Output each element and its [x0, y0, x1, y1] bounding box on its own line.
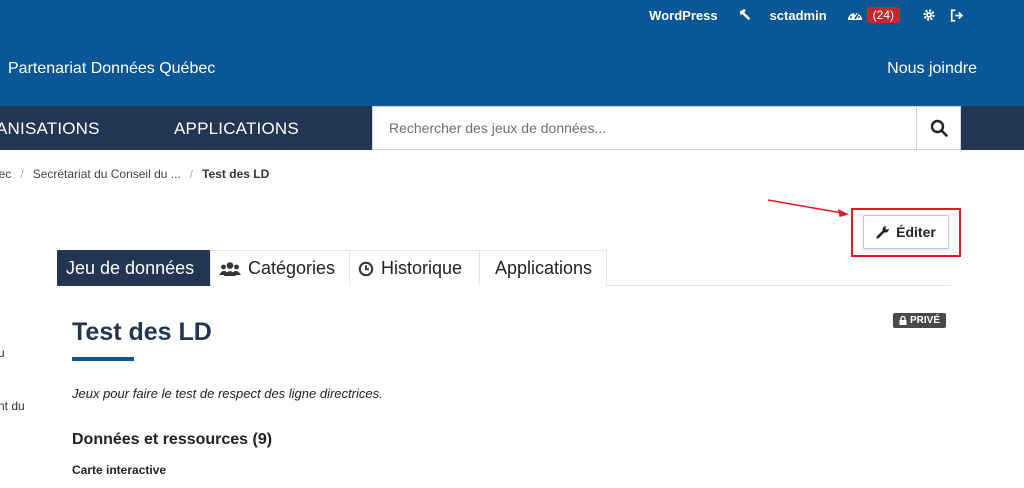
site-header: WordPress sctadmin (24) Partenariat Donn…	[0, 0, 1024, 106]
breadcrumb-item-secretariat[interactable]: Secrétariat du Conseil du ...	[33, 167, 181, 181]
dataset-tabs: Jeu de données Catégories Historique App…	[57, 250, 607, 286]
page-title: Test des LD	[72, 318, 212, 346]
breadcrumb-item-organisation[interactable]: bec	[0, 167, 11, 181]
admin-hammer-icon[interactable]	[738, 8, 752, 22]
sidebar-fragment: nt du	[0, 399, 25, 413]
gear-icon[interactable]	[922, 8, 936, 22]
dataset-description: Jeux pour faire le test de respect des l…	[72, 386, 383, 401]
tab-applications[interactable]: Applications	[479, 250, 607, 286]
sidebar-fragment: u	[0, 346, 5, 360]
edit-button-label: Éditer	[896, 224, 936, 240]
tab-history[interactable]: Historique	[349, 250, 480, 286]
breadcrumb-separator: /	[189, 167, 194, 181]
search-bar	[372, 106, 961, 150]
wordpress-link[interactable]: WordPress	[649, 8, 717, 23]
clock-icon	[358, 261, 374, 276]
tab-label: Historique	[381, 258, 463, 278]
title-underline	[72, 357, 134, 361]
search-input[interactable]	[373, 107, 916, 149]
site-title[interactable]: Partenariat Données Québec	[8, 60, 215, 78]
tab-label: Catégories	[248, 258, 336, 278]
search-button[interactable]	[916, 107, 960, 149]
nav-applications[interactable]: APPLICATIONS	[174, 106, 299, 150]
resource-item[interactable]: Carte interactive	[72, 463, 166, 477]
main-nav: ANISATIONS APPLICATIONS	[0, 106, 1024, 150]
wrench-icon	[876, 226, 889, 239]
dashboard-icon[interactable]	[847, 8, 863, 22]
tab-categories[interactable]: Catégories	[210, 250, 350, 286]
private-badge: PRIVÉ	[893, 313, 947, 328]
tab-label: Jeu de données	[66, 258, 195, 278]
contact-link[interactable]: Nous joindre	[887, 60, 977, 78]
notifications-badge[interactable]: (24)	[866, 7, 900, 23]
search-icon	[930, 119, 948, 137]
breadcrumb: bec / Secrétariat du Conseil du ... / Te…	[0, 167, 269, 181]
edit-button[interactable]: Éditer	[863, 215, 949, 249]
lock-icon	[899, 316, 907, 325]
tab-dataset[interactable]: Jeu de données	[57, 250, 211, 286]
private-badge-label: PRIVÉ	[910, 315, 941, 326]
breadcrumb-current: Test des LD	[202, 167, 270, 181]
account-bar: WordPress sctadmin (24)	[649, 0, 964, 30]
tab-label: Applications	[495, 258, 593, 278]
nav-organisations[interactable]: ANISATIONS	[0, 106, 100, 150]
resources-heading: Données et ressources (9)	[72, 431, 273, 448]
user-profile-link[interactable]: sctadmin	[770, 8, 827, 23]
breadcrumb-separator: /	[20, 167, 24, 181]
users-icon	[219, 261, 241, 276]
logout-icon[interactable]	[950, 8, 964, 22]
